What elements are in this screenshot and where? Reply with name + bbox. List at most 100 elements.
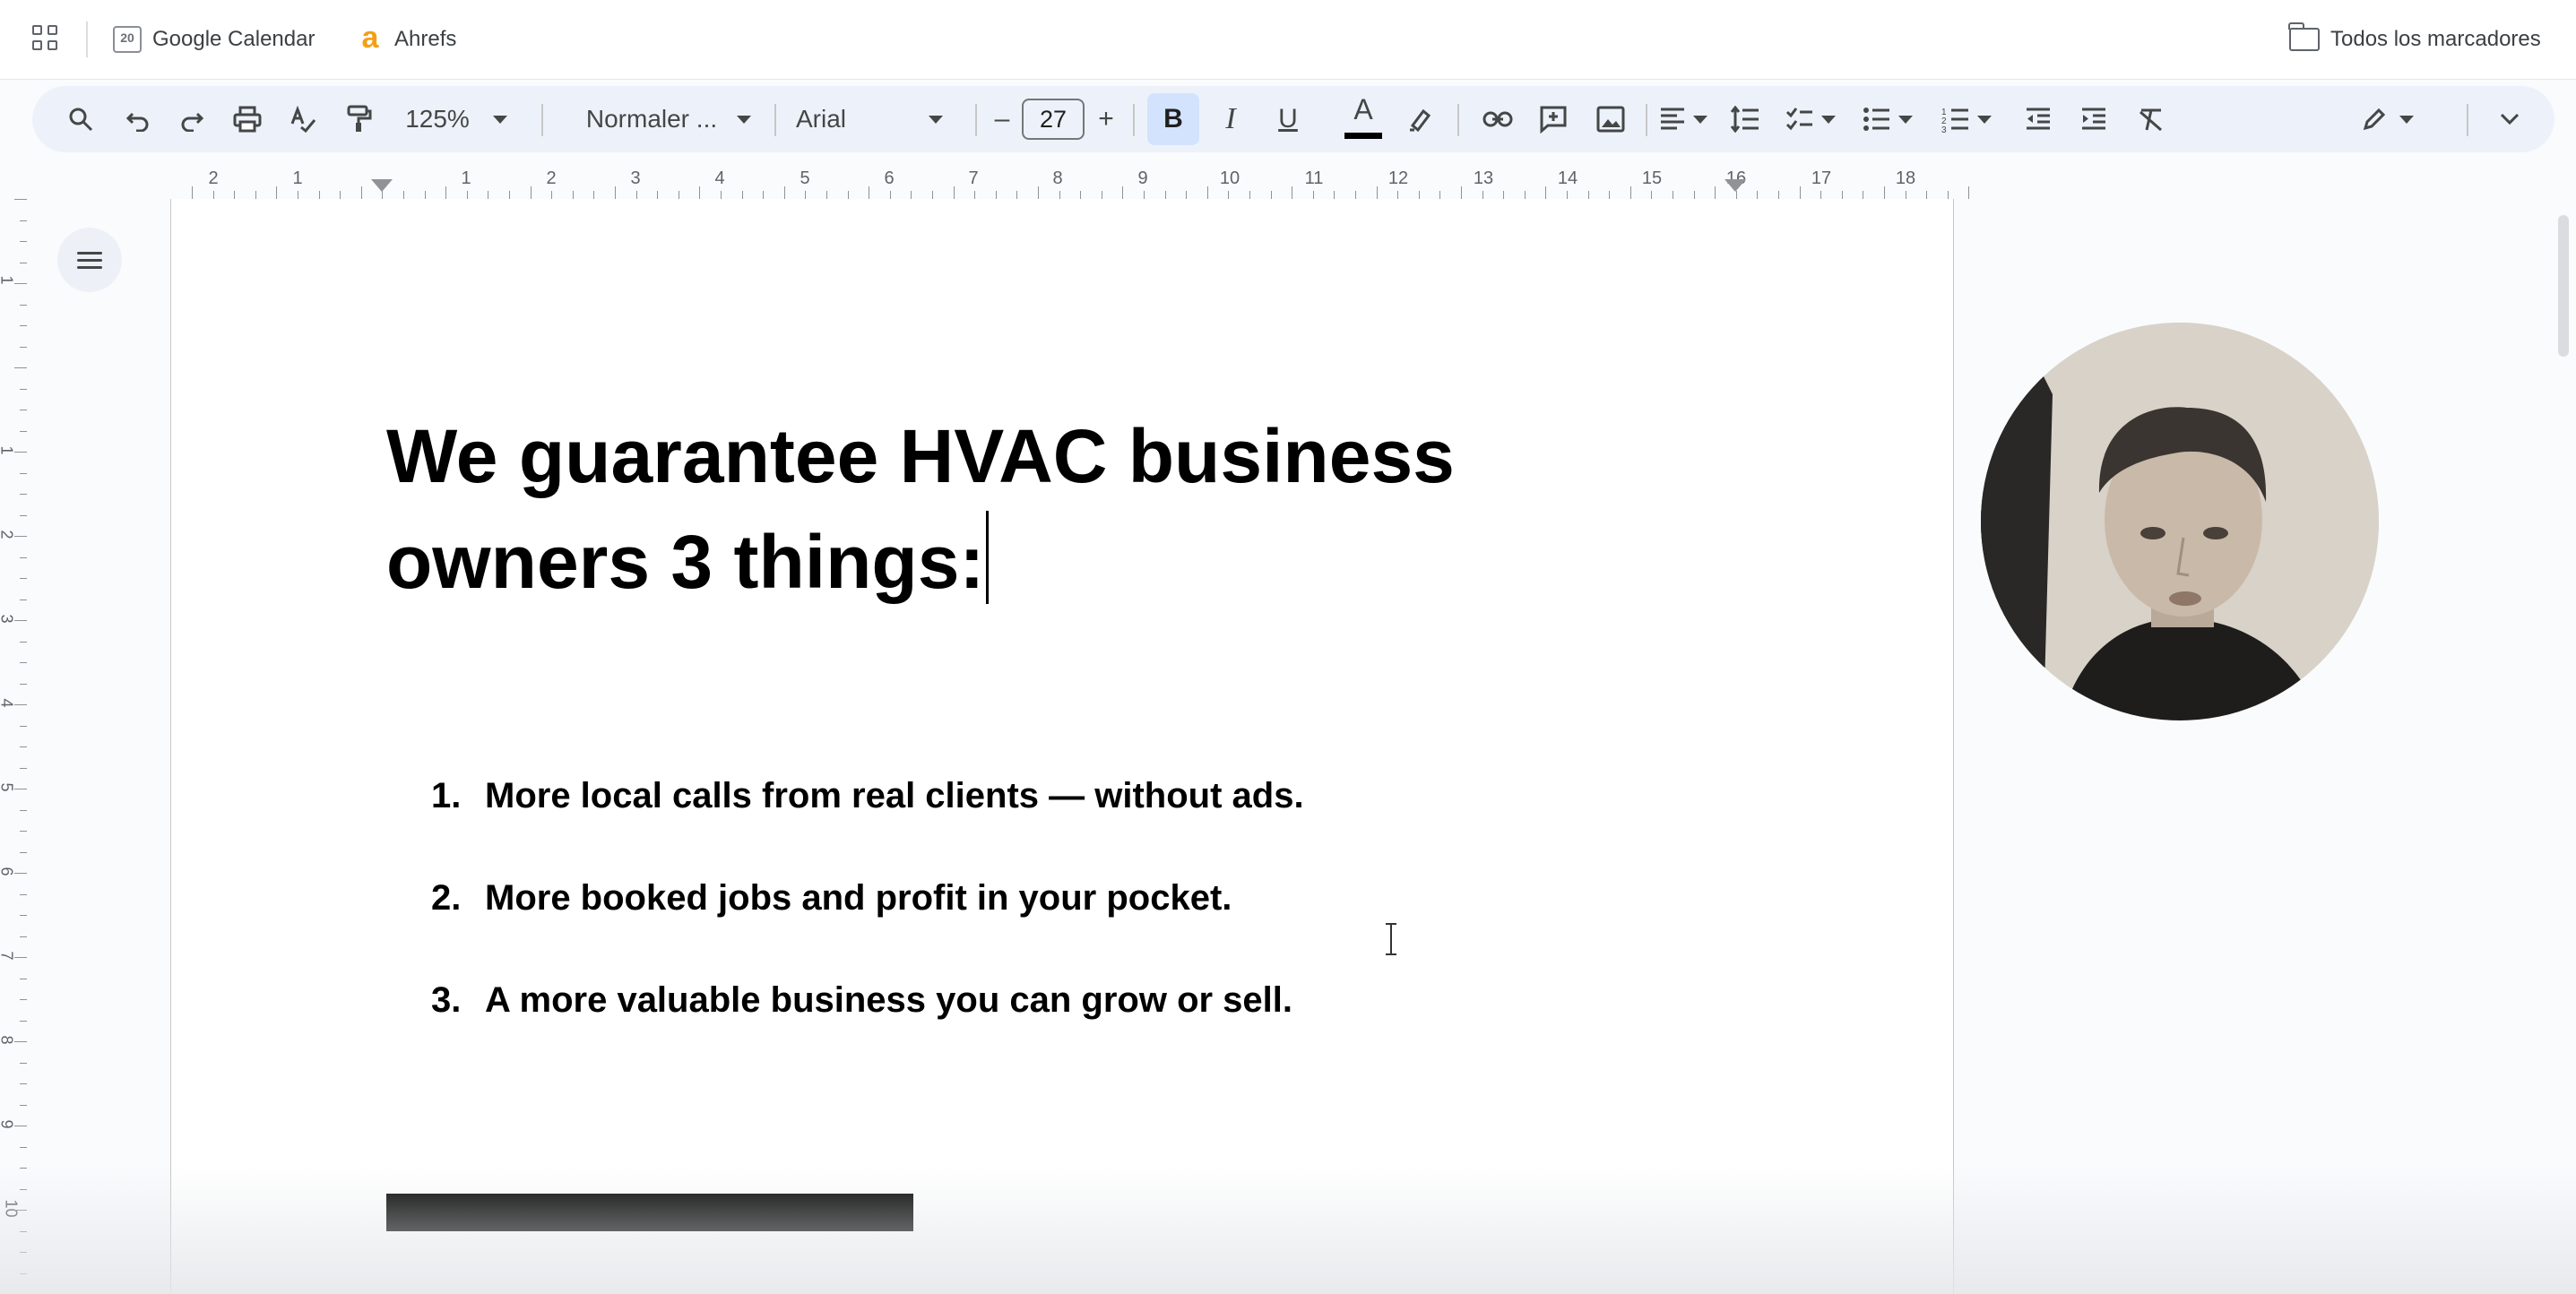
underline-button[interactable]: U: [1262, 86, 1314, 152]
ruler-tick: [530, 186, 532, 199]
ruler-tick: [1016, 191, 1018, 199]
ruler-tick: [14, 367, 27, 368]
ruler-tick: [1439, 191, 1441, 199]
ibeam-cursor-icon: [1385, 923, 1397, 955]
editing-mode-button[interactable]: [2352, 86, 2424, 152]
document-heading[interactable]: We guarantee HVAC business owners 3 thin…: [386, 403, 1731, 615]
heading-text: We guarantee HVAC business owners 3 thin…: [386, 414, 1455, 604]
ruler-tick: [1841, 191, 1843, 199]
list-number: 2.: [431, 878, 462, 918]
ruler-number: 7: [968, 168, 979, 188]
horizontal-ruler[interactable]: 2 1 1 2 3 4 5 6 7 8 9 10 11 12 13 14 15 …: [170, 167, 1970, 200]
redo-icon[interactable]: [169, 86, 215, 152]
document-page[interactable]: We guarantee HVAC business owners 3 thin…: [170, 199, 1954, 1294]
ruler-tick: [14, 873, 27, 874]
ruler-tick: [20, 1104, 27, 1106]
ruler-tick: [1503, 191, 1505, 199]
decrease-indent-icon[interactable]: [2015, 86, 2062, 152]
ruler-number: 6: [0, 867, 16, 876]
ruler-number: 3: [630, 168, 641, 188]
ruler-number: 1: [0, 275, 16, 284]
ruler-tick: [20, 1062, 27, 1064]
bookmark-ahrefs[interactable]: a Ahrefs: [357, 22, 457, 56]
ruler-tick: [20, 641, 27, 643]
ruler-number: 1: [461, 168, 471, 188]
ruler-tick: [1778, 191, 1779, 199]
ruler-number: 1: [0, 445, 16, 454]
ruler-tick: [1482, 191, 1483, 199]
ruler-tick: [14, 620, 27, 621]
ruler-tick: [1884, 186, 1885, 199]
ruler-tick: [1567, 191, 1568, 199]
clear-formatting-icon[interactable]: [2128, 86, 2174, 152]
ruler-tick: [847, 191, 849, 199]
apps-grid-icon[interactable]: [32, 25, 61, 54]
spellcheck-icon[interactable]: [280, 86, 326, 152]
ruler-tick: [14, 536, 27, 537]
ruler-tick: [1059, 191, 1060, 199]
decrease-font-size-button[interactable]: –: [986, 86, 1018, 152]
list-number: 3.: [431, 980, 462, 1020]
ruler-tick: [1186, 191, 1188, 199]
ruler-tick: [20, 430, 27, 432]
bulleted-list-button[interactable]: [1852, 86, 1923, 152]
add-comment-icon[interactable]: [1527, 86, 1579, 152]
bookmark-google-calendar[interactable]: 20 Google Calendar: [113, 23, 315, 56]
text-color-swatch: [1344, 133, 1382, 139]
increase-indent-icon[interactable]: [2070, 86, 2117, 152]
style-select[interactable]: Normaler ...: [561, 86, 776, 152]
undo-icon[interactable]: [115, 86, 161, 152]
search-menus-icon[interactable]: [57, 86, 104, 152]
ruler-number: 4: [714, 168, 725, 188]
ruler-tick: [1334, 191, 1336, 199]
increase-font-size-button[interactable]: +: [1088, 86, 1124, 152]
highlight-color-icon[interactable]: [1395, 86, 1447, 152]
ruler-tick: [699, 186, 701, 199]
all-bookmarks-button[interactable]: Todos los marcadores: [2288, 22, 2541, 56]
paint-format-icon[interactable]: [335, 86, 382, 152]
ruler-tick: [192, 186, 193, 199]
ruler-tick: [593, 191, 595, 199]
ruler-tick: [424, 191, 426, 199]
italic-button[interactable]: I: [1205, 86, 1257, 152]
checklist-button[interactable]: [1775, 86, 1846, 152]
bold-button[interactable]: B: [1147, 86, 1199, 152]
ruler-tick: [20, 578, 27, 579]
line-spacing-icon[interactable]: [1719, 86, 1771, 152]
numbered-list-button[interactable]: 123: [1931, 86, 2002, 152]
text-color-button[interactable]: A: [1337, 86, 1389, 152]
ruler-tick: [572, 191, 574, 199]
ruler-tick: [551, 191, 553, 199]
chevron-down-icon: [1693, 115, 1707, 124]
right-indent-marker[interactable]: [1725, 179, 1746, 192]
zoom-select[interactable]: 125%: [398, 86, 514, 152]
insert-image-icon[interactable]: [1585, 86, 1637, 152]
ruler-tick: [20, 556, 27, 558]
print-icon[interactable]: [224, 86, 271, 152]
divider: [1133, 104, 1135, 136]
plus-icon: +: [1098, 104, 1114, 134]
ruler-tick: [276, 186, 278, 199]
hide-menus-chevron-icon[interactable]: [2485, 86, 2535, 152]
insert-link-icon[interactable]: [1472, 86, 1524, 152]
ruler-tick: [1757, 191, 1759, 199]
ruler-tick: [1418, 191, 1420, 199]
list-item[interactable]: 2. More booked jobs and profit in your po…: [431, 878, 1232, 919]
ruler-tick: [20, 220, 27, 221]
list-item[interactable]: 1. More local calls from real clients — w…: [431, 776, 1304, 816]
ruler-tick: [657, 191, 659, 199]
ruler-tick: [20, 683, 27, 685]
font-select[interactable]: Arial: [796, 86, 975, 152]
align-left-button[interactable]: [1649, 86, 1717, 152]
vertical-scrollbar[interactable]: [2558, 215, 2569, 357]
ruler-tick: [1820, 191, 1822, 199]
divider: [774, 104, 776, 136]
ruler-tick: [1206, 186, 1208, 199]
font-size-input[interactable]: 27: [1022, 99, 1085, 140]
left-indent-marker[interactable]: [371, 179, 393, 192]
ruler-tick: [20, 1083, 27, 1084]
ruler-tick: [340, 191, 341, 199]
document-outline-button[interactable]: [57, 228, 122, 292]
list-item[interactable]: 3. A more valuable business you can grow …: [431, 980, 1292, 1021]
divider: [86, 22, 88, 57]
